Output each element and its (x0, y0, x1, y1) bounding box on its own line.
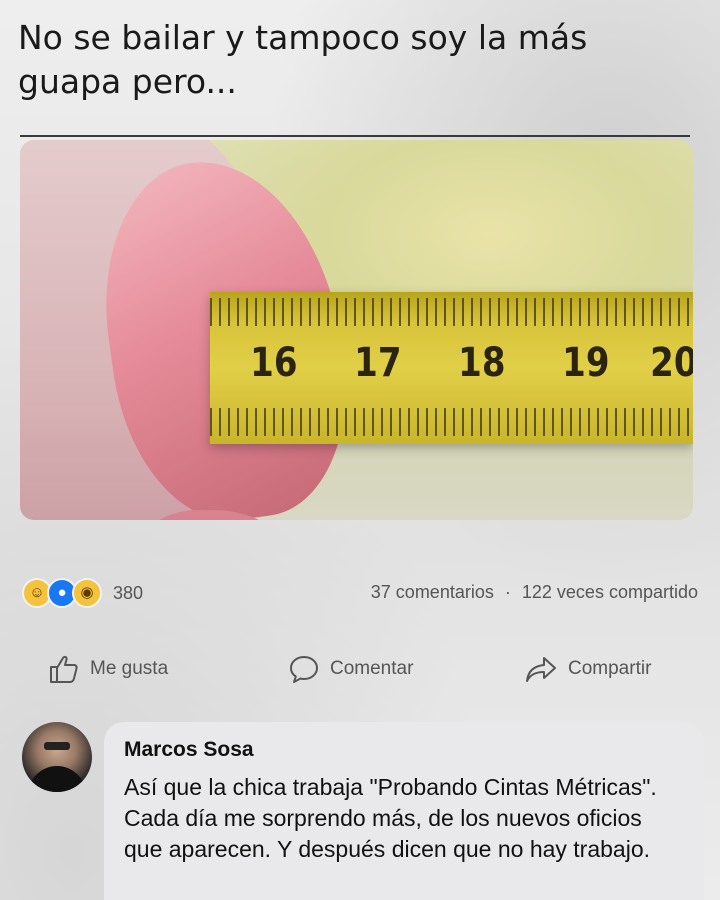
like-label: Me gusta (90, 658, 169, 679)
measuring-tape: 16 17 18 19 20 (210, 292, 693, 444)
reaction-count: 380 (113, 582, 144, 603)
avatar-shirt-shape (28, 766, 86, 792)
comment-button[interactable]: Comentar (288, 654, 413, 684)
like-button[interactable]: Me gusta (48, 654, 168, 684)
tape-ticks-top (210, 298, 693, 326)
tape-number: 18 (458, 340, 506, 386)
share-button[interactable]: Compartir (524, 654, 651, 684)
avatar[interactable] (22, 722, 92, 792)
post-photo[interactable]: 16 17 18 19 20 (20, 140, 693, 520)
comment-label: Comentar (330, 658, 414, 679)
divider (20, 135, 690, 137)
post-text: No se bailar y tampoco soy la más guapa … (18, 18, 588, 101)
tape-number: 17 (354, 340, 402, 386)
tape-number: 16 (250, 340, 298, 386)
shares-count-link[interactable]: 122 veces compartido (522, 582, 698, 602)
tape-ticks-bottom (210, 408, 693, 436)
thumbs-up-icon (50, 655, 78, 683)
tape-number: 20 (650, 340, 693, 386)
comment-text: Así que la chica trabaja "Probando Cinta… (124, 774, 657, 862)
post-stats: 37 comentarios · 122 veces compartido (371, 582, 698, 603)
stats-separator: · (504, 582, 511, 602)
wow-icon: ◉ (72, 578, 102, 608)
comments-count-link[interactable]: 37 comentarios (371, 582, 494, 602)
reaction-summary[interactable]: ☺ ● ◉ 380 (22, 578, 143, 608)
avatar-glasses-shape (44, 742, 70, 750)
tape-number: 19 (562, 340, 610, 386)
share-arrow-icon (526, 657, 556, 682)
share-label: Compartir (568, 658, 652, 679)
speech-bubble-icon (290, 656, 318, 683)
action-bar: Me gusta Comentar Compartir (0, 646, 720, 696)
comment-author[interactable]: Marcos Sosa (124, 738, 254, 762)
